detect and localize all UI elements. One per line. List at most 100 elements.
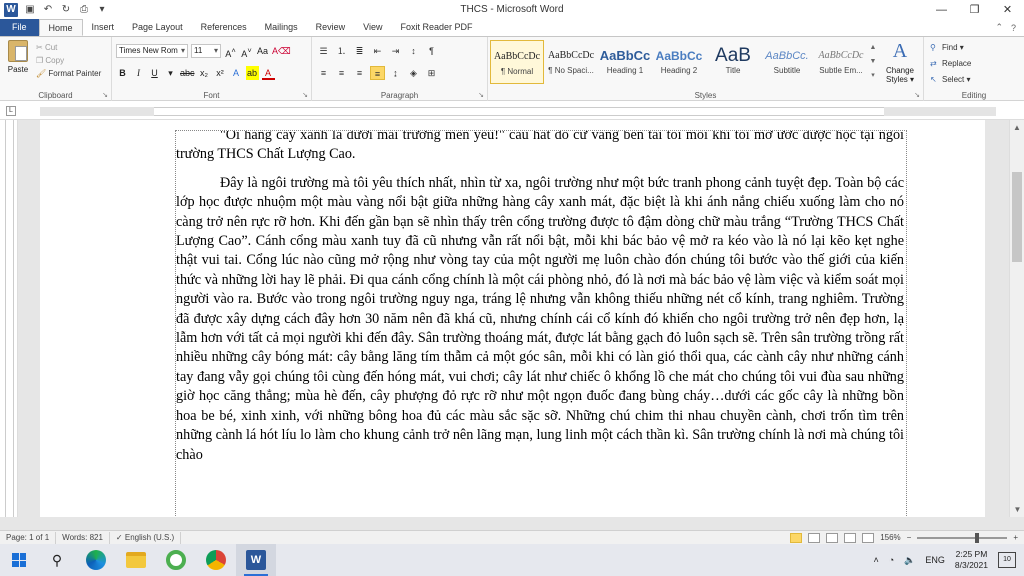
style-title[interactable]: AaB Title	[706, 40, 760, 84]
tab-references[interactable]: References	[192, 19, 256, 36]
word-count[interactable]: Words: 821	[56, 531, 110, 544]
sort-icon[interactable]: ↕	[406, 44, 421, 58]
undo-icon[interactable]: ↶	[42, 4, 54, 16]
gallery-down-icon[interactable]: ▼	[868, 55, 878, 69]
clear-formatting-icon[interactable]: A⌫	[272, 44, 291, 58]
zoom-out-icon[interactable]: −	[907, 533, 912, 542]
start-button[interactable]	[0, 544, 38, 576]
horizontal-ruler[interactable]: L	[0, 102, 1024, 120]
replace-button[interactable]: ⇄ Replace	[930, 56, 971, 72]
style-subtle-emphasis[interactable]: AaBbCcDc Subtle Em...	[814, 40, 868, 84]
tab-insert[interactable]: Insert	[83, 19, 124, 36]
grow-font-icon[interactable]: A˄	[224, 44, 237, 59]
zoom-level[interactable]: 156%	[880, 533, 900, 542]
word-logo-icon[interactable]: W	[4, 3, 18, 17]
underline-icon[interactable]: U	[148, 66, 161, 80]
vertical-scrollbar[interactable]: ▲ ▼	[1009, 120, 1024, 517]
font-color-icon[interactable]: A	[261, 66, 275, 80]
numbering-icon[interactable]: ⒈	[334, 44, 349, 58]
paragraph-1[interactable]: "Ôi hàng cây xanh lá dưới mái trường mến…	[176, 131, 904, 165]
vertical-ruler[interactable]	[0, 120, 18, 517]
align-left-icon[interactable]: ≡	[316, 66, 331, 80]
copy-button[interactable]: ❐ Copy	[36, 54, 101, 67]
find-button[interactable]: ⚲ Find ▾	[930, 40, 971, 56]
align-center-icon[interactable]: ≡	[334, 66, 349, 80]
full-screen-reading-view-icon[interactable]	[808, 532, 821, 543]
tab-foxit-reader-pdf[interactable]: Foxit Reader PDF	[392, 19, 482, 36]
volume-icon[interactable]: 🔈	[904, 555, 915, 566]
line-spacing-icon[interactable]: ↨	[388, 66, 403, 80]
print-preview-icon[interactable]: ⎙	[78, 4, 90, 16]
strikethrough-icon[interactable]: abc	[180, 66, 195, 80]
multilevel-list-icon[interactable]: ≣	[352, 44, 367, 58]
taskbar-chrome[interactable]	[196, 544, 236, 576]
taskbar-word[interactable]: W	[236, 544, 276, 576]
font-launcher-icon[interactable]: ↘	[302, 91, 308, 99]
show-formatting-icon[interactable]: ¶	[424, 44, 439, 58]
search-icon[interactable]: ⚲	[38, 544, 76, 576]
gallery-more-icon[interactable]: ▾	[868, 69, 878, 83]
italic-icon[interactable]: I	[132, 66, 145, 80]
align-right-icon[interactable]: ≡	[352, 66, 367, 80]
redo-icon[interactable]: ↻	[60, 4, 72, 16]
cut-button[interactable]: ✂ Cut	[36, 41, 101, 54]
text-effects-icon[interactable]: A	[230, 66, 243, 80]
help-icon[interactable]: ?	[1011, 23, 1016, 33]
close-button[interactable]: ✕	[991, 0, 1024, 20]
print-layout-view-icon[interactable]	[790, 532, 803, 543]
change-styles-button[interactable]: A Change Styles ▾	[880, 40, 920, 84]
minimize-button[interactable]: —	[925, 0, 958, 20]
tab-review[interactable]: Review	[307, 19, 355, 36]
shading-icon[interactable]: ◈	[406, 66, 421, 80]
highlight-icon[interactable]: ab	[245, 66, 259, 80]
maximize-button[interactable]: ❐	[958, 0, 991, 20]
taskbar-edge[interactable]	[76, 544, 116, 576]
style-heading-2[interactable]: AaBbCc Heading 2	[652, 40, 706, 84]
styles-launcher-icon[interactable]: ↘	[914, 91, 920, 99]
page-count[interactable]: Page: 1 of 1	[0, 531, 57, 544]
web-layout-view-icon[interactable]	[826, 532, 839, 543]
subscript-icon[interactable]: x₂	[198, 66, 211, 80]
paste-button[interactable]: Paste	[4, 40, 32, 84]
increase-indent-icon[interactable]: ⇥	[388, 44, 403, 58]
clipboard-launcher-icon[interactable]: ↘	[102, 91, 108, 99]
scroll-down-icon[interactable]: ▼	[1010, 502, 1024, 517]
shrink-font-icon[interactable]: A˅	[240, 44, 253, 59]
gallery-up-icon[interactable]: ▲	[868, 41, 878, 55]
justify-icon[interactable]: ≡	[370, 66, 385, 80]
minimize-ribbon-icon[interactable]: ⌃	[995, 22, 1003, 33]
format-painter-button[interactable]: 🖌 Format Painter	[36, 67, 101, 80]
style-subtitle[interactable]: AaBbCc. Subtitle	[760, 40, 814, 84]
change-case-icon[interactable]: Aa	[256, 44, 269, 58]
taskbar-coccoc[interactable]	[156, 544, 196, 576]
notification-center-icon[interactable]: 10	[998, 552, 1016, 568]
decrease-indent-icon[interactable]: ⇤	[370, 44, 385, 58]
taskbar-file-explorer[interactable]	[116, 544, 156, 576]
save-icon[interactable]: ▣	[24, 4, 36, 16]
draft-view-icon[interactable]	[862, 532, 875, 543]
tab-file[interactable]: File	[0, 19, 39, 36]
zoom-slider[interactable]	[917, 532, 1008, 543]
paragraph-launcher-icon[interactable]: ↘	[478, 91, 484, 99]
underline-dropdown-icon[interactable]: ▾	[164, 66, 177, 80]
select-button[interactable]: ↖ Select ▾	[930, 72, 971, 88]
font-name-combo[interactable]: Times New Rom	[116, 44, 188, 58]
style-no-spacing[interactable]: AaBbCcDc ¶ No Spaci...	[544, 40, 598, 84]
scroll-up-icon[interactable]: ▲	[1010, 120, 1024, 135]
tab-view[interactable]: View	[354, 19, 391, 36]
outline-view-icon[interactable]	[844, 532, 857, 543]
document-text-area[interactable]: "Ôi hàng cây xanh lá dưới mái trường mến…	[175, 130, 907, 517]
borders-icon[interactable]: ⊞	[424, 66, 439, 80]
styles-gallery-scroll[interactable]: ▲ ▼ ▾	[868, 41, 878, 85]
customize-qat-icon[interactable]: ▾	[96, 4, 108, 16]
bullets-icon[interactable]: ☰	[316, 44, 331, 58]
scroll-thumb[interactable]	[1012, 172, 1022, 262]
zoom-in-icon[interactable]: +	[1013, 533, 1018, 542]
style-heading-1[interactable]: AaBbCc Heading 1	[598, 40, 652, 84]
font-size-combo[interactable]: 11	[191, 44, 221, 58]
document-body[interactable]: "Ôi hàng cây xanh lá dưới mái trường mến…	[176, 131, 906, 465]
superscript-icon[interactable]: x²	[214, 66, 227, 80]
wifi-icon[interactable]: ◔	[889, 555, 894, 565]
tab-selector-icon[interactable]: L	[6, 106, 16, 116]
paragraph-2[interactable]: Đây là ngôi trường mà tôi yêu thích nhất…	[176, 174, 904, 465]
